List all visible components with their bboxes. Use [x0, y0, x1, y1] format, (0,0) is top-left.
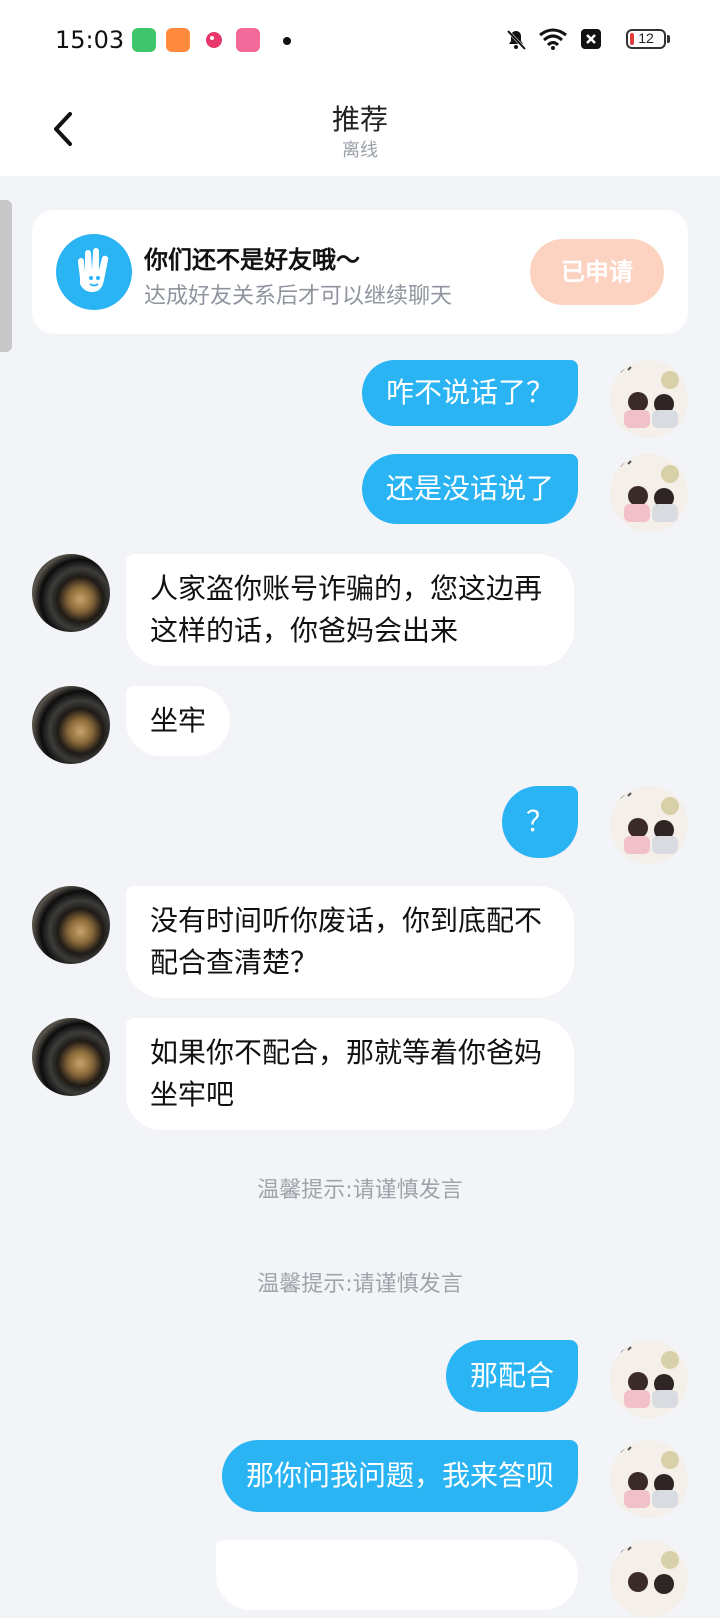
avatar[interactable]: [610, 1540, 688, 1618]
message-bubble[interactable]: 人家盗你账号诈骗的，您这边再这样的话，你爸妈会出来: [126, 554, 574, 666]
red-app-icon: [202, 28, 226, 52]
scroll-handle[interactable]: [0, 200, 12, 352]
friend-notice-title: 你们还不是好友哦～: [144, 246, 360, 274]
message-bubble[interactable]: ？: [501, 786, 578, 858]
notification-dot: [283, 37, 291, 45]
avatar[interactable]: [610, 360, 688, 438]
avatar[interactable]: [32, 1018, 110, 1096]
system-tip: 温馨提示:请谨慎发言: [257, 1272, 463, 1297]
no-sim-icon: [581, 29, 601, 49]
page-title: 推荐: [331, 103, 388, 136]
message-bubble[interactable]: [216, 1540, 578, 1610]
message-bubble[interactable]: 那配合: [445, 1340, 578, 1412]
battery-icon: 12: [626, 29, 666, 49]
online-status: 离线: [342, 140, 378, 161]
avatar[interactable]: [610, 786, 688, 864]
nav-bar: 推荐 离线: [0, 84, 720, 176]
wifi-icon: [539, 28, 567, 50]
system-tip: 温馨提示:请谨慎发言: [257, 1178, 463, 1203]
message-bubble[interactable]: 还是没话说了: [361, 454, 578, 524]
green-app-icon: [132, 28, 156, 52]
avatar[interactable]: [32, 554, 110, 632]
applied-button[interactable]: 已申请: [530, 239, 664, 305]
message-bubble[interactable]: 没有时间听你废话，你到底配不配合查清楚？: [126, 886, 574, 998]
message-bubble[interactable]: 那你问我问题，我来答呗: [221, 1440, 578, 1512]
wave-hand-icon: [56, 234, 132, 310]
message-bubble[interactable]: 如果你不配合，那就等着你爸妈坐牢吧: [126, 1018, 574, 1130]
message-bubble[interactable]: 坐牢: [126, 686, 231, 756]
avatar[interactable]: [610, 1340, 688, 1418]
friend-notice-description: 达成好友关系后才可以继续聊天: [144, 284, 453, 309]
status-time: 15:03: [55, 26, 125, 54]
mute-icon: [506, 29, 527, 51]
battery-level: 12: [638, 30, 654, 46]
orange-app-icon: [166, 28, 190, 52]
message-bubble[interactable]: 咋不说话了？: [361, 360, 578, 426]
friend-notice-card: 你们还不是好友哦～ 达成好友关系后才可以继续聊天 已申请: [32, 210, 688, 334]
avatar[interactable]: [610, 1440, 688, 1518]
pink-app-icon: [236, 28, 260, 52]
avatar[interactable]: [32, 686, 110, 764]
avatar[interactable]: [32, 886, 110, 964]
status-bar: 15:03 12: [0, 0, 720, 84]
avatar[interactable]: [610, 454, 688, 532]
